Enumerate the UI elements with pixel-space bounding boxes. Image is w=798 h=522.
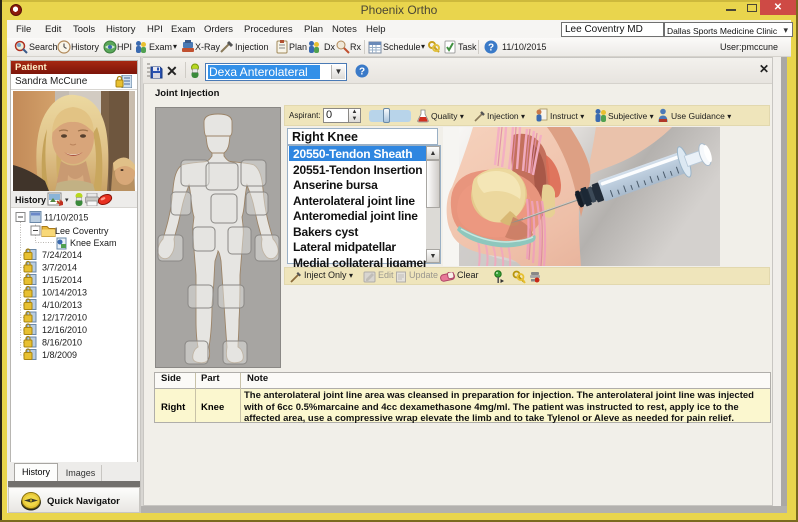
svg-text:?: ? [488,43,494,54]
svg-text:?: ? [359,67,365,78]
svg-text:10/14/2013: 10/14/2013 [42,288,87,298]
svg-text:Knee Exam: Knee Exam [70,238,117,248]
svg-text:8/16/2010: 8/16/2010 [42,338,82,348]
svg-text:1/8/2009: 1/8/2009 [42,350,77,360]
svg-text:11/10/2015: 11/10/2015 [44,213,88,223]
svg-text:4/10/2013: 4/10/2013 [42,300,82,310]
svg-text:12/17/2010: 12/17/2010 [42,313,87,323]
svg-text:7/24/2014: 7/24/2014 [42,250,82,260]
svg-text:Lee Coventry: Lee Coventry [55,226,109,236]
svg-text:3/7/2014: 3/7/2014 [42,263,77,273]
svg-text:1/15/2014: 1/15/2014 [42,275,82,285]
svg-text:12/16/2010: 12/16/2010 [42,325,87,335]
